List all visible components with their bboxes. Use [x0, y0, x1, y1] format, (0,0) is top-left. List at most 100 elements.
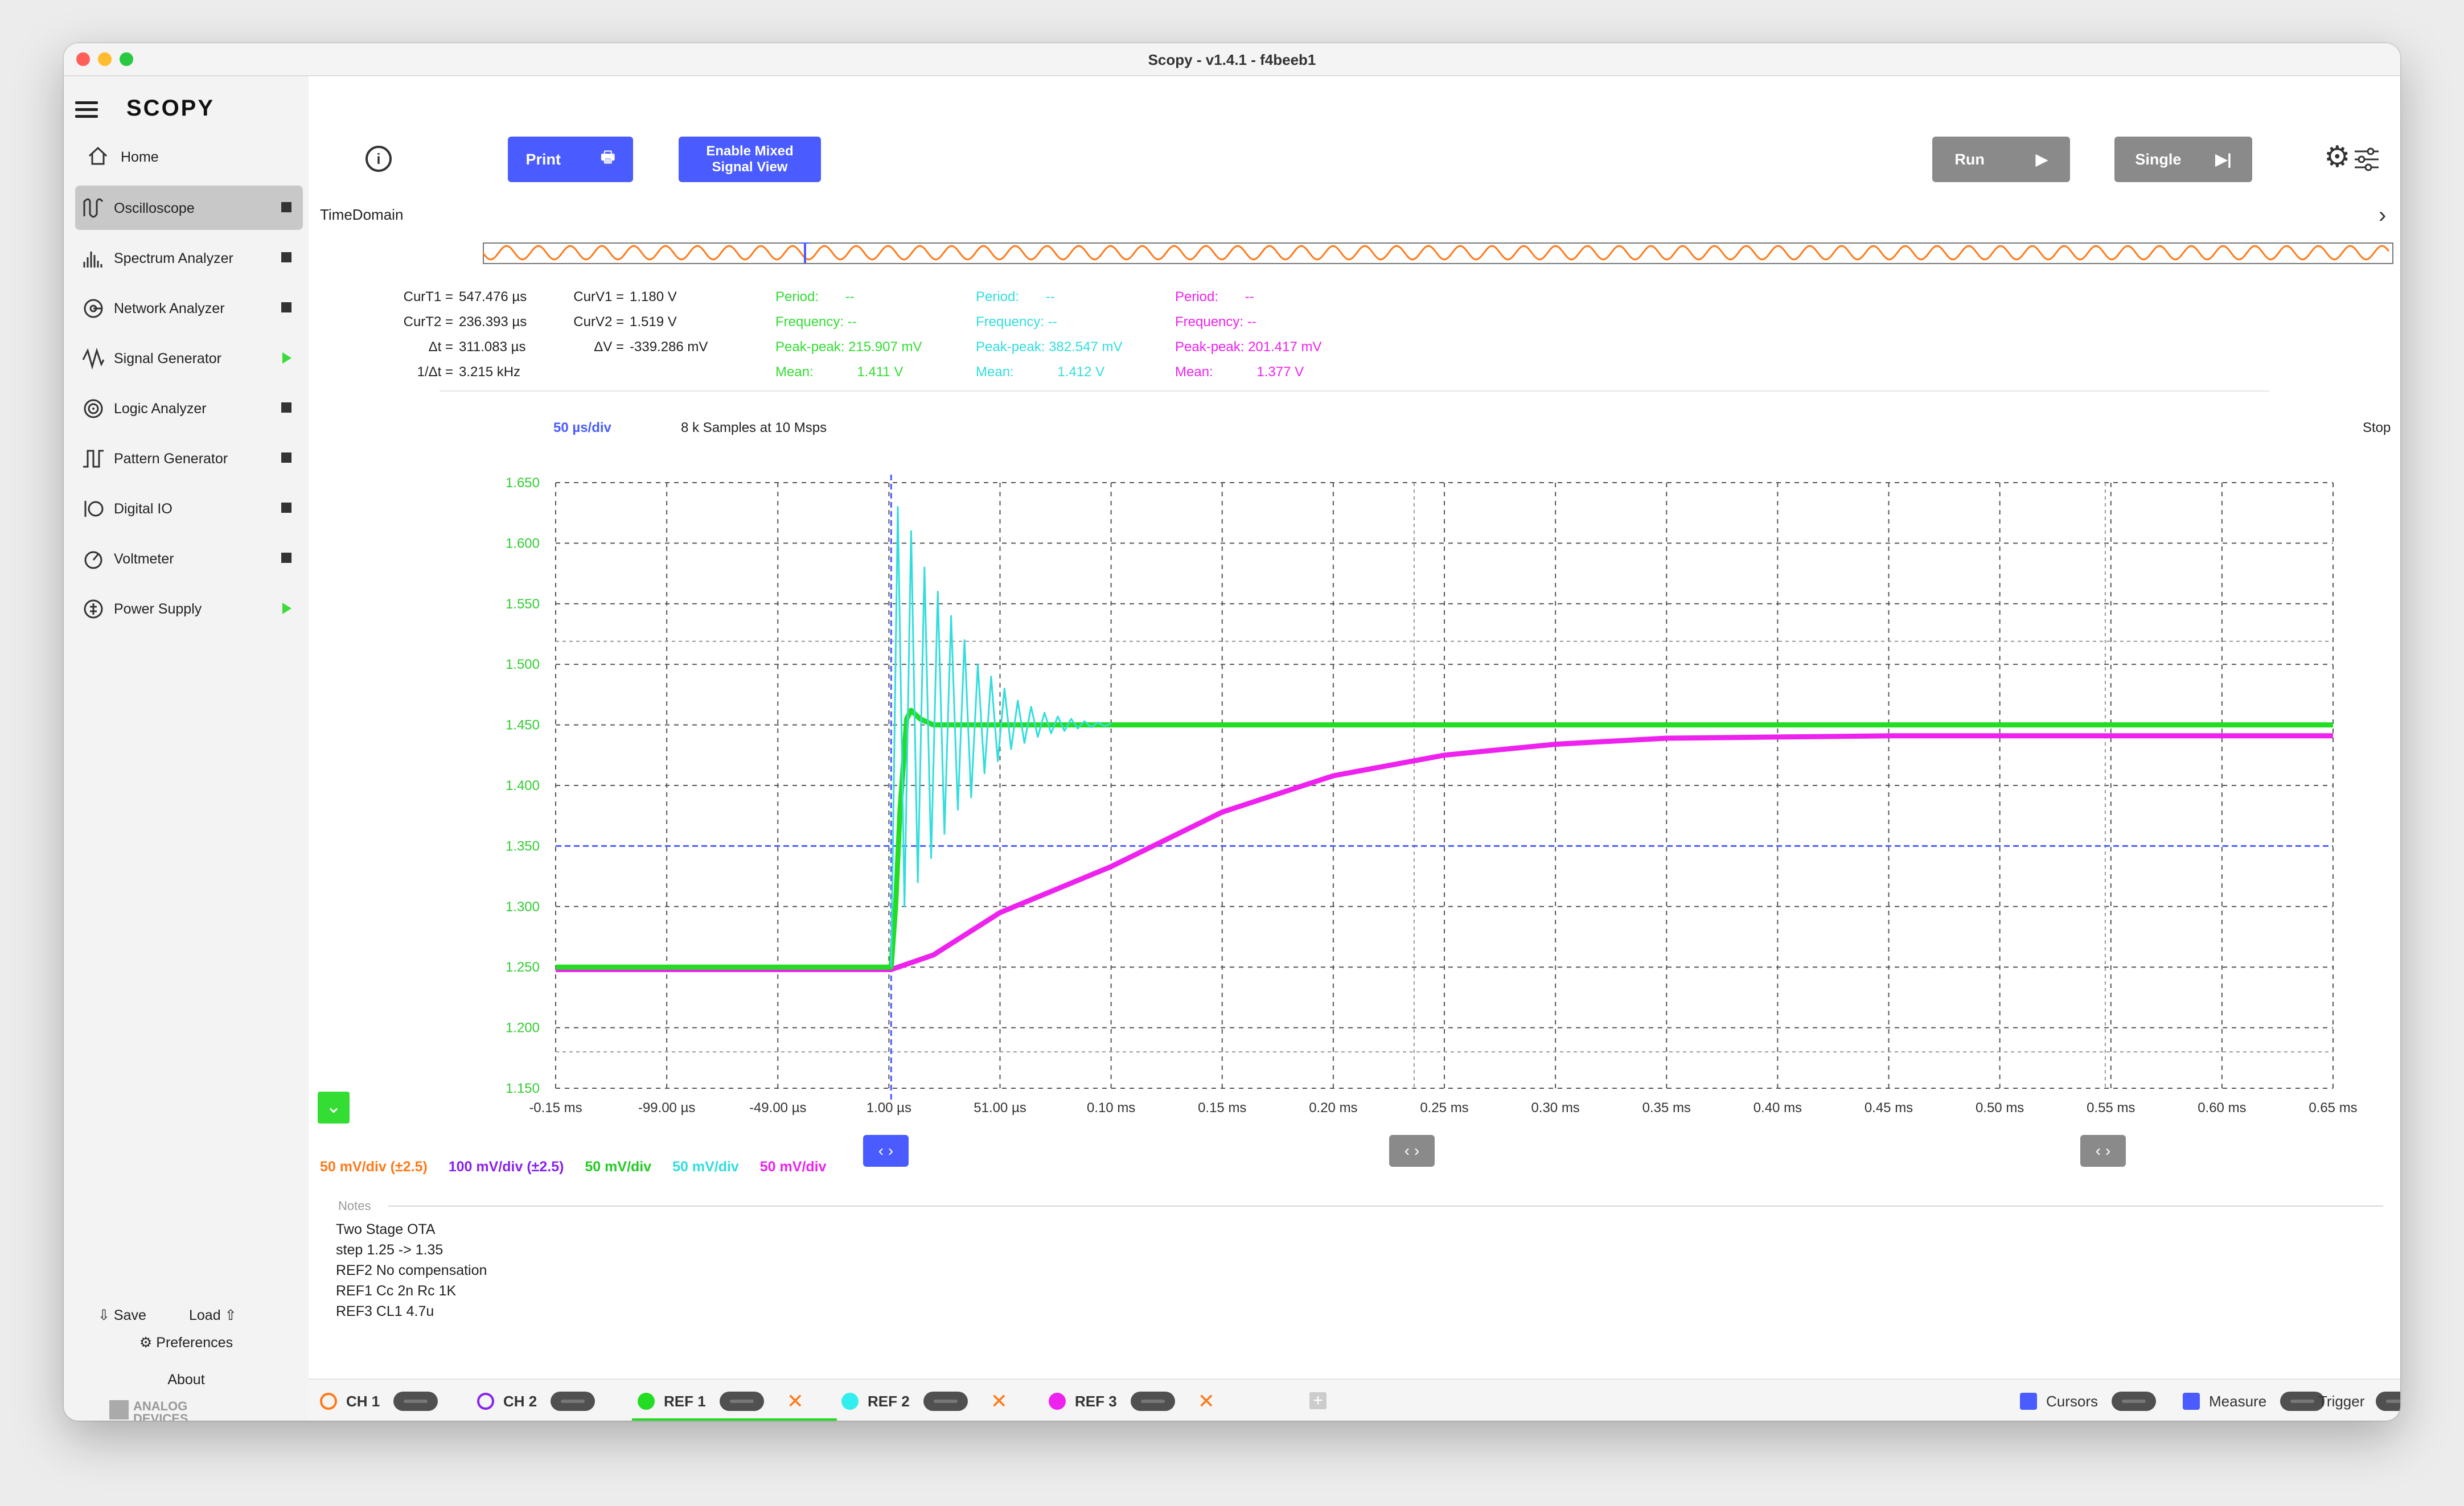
y-tick-label: 1.150 [506, 1081, 540, 1096]
x-tick-label: -99.00 µs [638, 1100, 696, 1116]
add-channel-icon[interactable]: + [1309, 1392, 1327, 1409]
channel-ch2[interactable]: CH 2 [477, 1390, 596, 1413]
cursors-checkbox[interactable] [2020, 1393, 2037, 1410]
channel-ch1[interactable]: CH 1 [320, 1390, 438, 1413]
ref2-indicator-icon [841, 1393, 859, 1410]
ref2-close-icon[interactable]: ✕ [991, 1389, 1008, 1413]
ref1-close-icon[interactable]: ✕ [787, 1389, 804, 1413]
sidebar-item-digital-io[interactable]: Digital IO [75, 486, 303, 530]
trigger-position-handle[interactable]: ‹ › [863, 1135, 909, 1167]
series-line-ref3 [556, 733, 2333, 972]
sidebar-item-label: Signal Generator [114, 351, 222, 367]
scale-ref1: 50 mV/div [585, 1159, 652, 1175]
scale-ch1: 50 mV/div (±2.5) [320, 1159, 428, 1175]
cursors-toggle-group[interactable]: Cursors [2020, 1390, 2157, 1413]
load-button[interactable]: Load ⇧ [189, 1307, 237, 1324]
y-tick-label: 1.250 [506, 960, 540, 975]
ref1-toggle[interactable] [719, 1392, 764, 1411]
sidebar-item-power-supply[interactable]: Power Supply [75, 586, 303, 631]
oscilloscope-view: i Print 🖶 Enable Mixed Signal View Run ▶… [309, 76, 2400, 1421]
about-button[interactable]: About [64, 1372, 309, 1400]
stopped-icon [281, 302, 291, 312]
channel-ref3[interactable]: REF 3 ✕ [1049, 1389, 1215, 1413]
sidebar-item-label: Network Analyzer [114, 301, 225, 316]
stopped-icon [281, 503, 291, 513]
y-tick-label: 1.350 [506, 838, 540, 854]
ch1-toggle[interactable] [393, 1392, 438, 1411]
channel-offset-handle[interactable]: ⌄ [318, 1092, 350, 1124]
vendor-logo-icon [109, 1400, 129, 1419]
ref3-toggle[interactable] [1130, 1392, 1175, 1411]
stopped-icon [281, 553, 291, 563]
ref3-close-icon[interactable]: ✕ [1198, 1389, 1215, 1413]
sidebar-item-voltmeter[interactable]: Voltmeter [75, 536, 303, 581]
trigger-toggle-group[interactable]: Trigger [2318, 1390, 2400, 1413]
x-tick-label: 0.10 ms [1087, 1100, 1135, 1116]
y-tick-label: 1.550 [506, 596, 540, 612]
notes-text[interactable]: Two Stage OTA step 1.25 -> 1.35 REF2 No … [336, 1219, 487, 1322]
x-tick-label: 51.00 µs [974, 1100, 1026, 1116]
x-tick-label: 0.45 ms [1865, 1100, 1913, 1116]
save-icon: ⇩ [98, 1307, 114, 1323]
preferences-button[interactable]: ⚙ Preferences [64, 1334, 309, 1372]
sidebar-item-label: Power Supply [114, 601, 202, 617]
scale-ref3: 50 mV/div [759, 1159, 827, 1175]
stopped-icon [281, 452, 291, 463]
vendor-logo: ANALOG DEVICES [109, 1400, 309, 1421]
sidebar-item-logic-analyzer[interactable]: Logic Analyzer [75, 386, 303, 430]
ch1-indicator-icon [320, 1393, 337, 1410]
y-tick-label: 1.450 [506, 718, 540, 733]
x-tick-label: 0.65 ms [2309, 1100, 2357, 1116]
measure-toggle-group[interactable]: Measure [2183, 1390, 2325, 1413]
network-icon [84, 299, 103, 318]
y-tick-label: 1.600 [506, 536, 540, 551]
oscilloscope-plot[interactable]: -0.15 ms -99.00 µs -49.00 µs 1.00 µs 51.00 µ… [309, 76, 2400, 1116]
cursor-t2-handle[interactable]: ‹ › [2080, 1135, 2126, 1167]
x-tick-label: 0.20 ms [1309, 1100, 1357, 1116]
notes-label: Notes [338, 1199, 371, 1213]
x-tick-label: 0.25 ms [1420, 1100, 1468, 1116]
sidebar-item-signal-generator[interactable]: Signal Generator [75, 336, 303, 380]
menu-icon[interactable] [75, 101, 98, 118]
sidebar-item-network-analyzer[interactable]: Network Analyzer [75, 286, 303, 330]
y-tick-label: 1.500 [506, 657, 540, 672]
scale-ref2: 50 mV/div [672, 1159, 739, 1175]
trigger-toggle[interactable] [2376, 1392, 2400, 1411]
sidebar-item-label: Oscilloscope [114, 200, 195, 216]
save-button[interactable]: ⇩ Save [98, 1307, 146, 1324]
measure-checkbox[interactable] [2183, 1393, 2200, 1410]
y-tick-label: 1.300 [506, 899, 540, 915]
pattern-icon [83, 450, 104, 468]
ref2-toggle[interactable] [923, 1392, 968, 1411]
spectrum-icon [83, 252, 102, 268]
x-tick-label: 0.30 ms [1531, 1100, 1579, 1116]
x-tick-label: 0.50 ms [1976, 1100, 2024, 1116]
selected-channel-underline [632, 1418, 837, 1421]
channel-ref1[interactable]: REF 1 ✕ [638, 1389, 804, 1413]
sidebar-item-label: Logic Analyzer [114, 401, 207, 417]
digital-io-icon [84, 501, 104, 517]
cursor-t1-handle[interactable]: ‹ › [1389, 1135, 1435, 1167]
ref3-indicator-icon [1049, 1393, 1066, 1410]
running-icon [282, 352, 291, 364]
sidebar-item-oscilloscope[interactable]: Oscilloscope [75, 186, 303, 230]
running-icon [282, 603, 291, 614]
ref1-indicator-icon [638, 1393, 655, 1410]
window-title: Scopy - v1.4.1 - f4beeb1 [1148, 51, 1316, 68]
sidebar-item-pattern-generator[interactable]: Pattern Generator [75, 436, 303, 480]
channel-ref2[interactable]: REF 2 ✕ [841, 1389, 1008, 1413]
stopped-icon [281, 252, 291, 262]
x-tick-label: 0.15 ms [1198, 1100, 1246, 1116]
y-tick-label: 1.400 [506, 778, 540, 793]
home-icon [88, 146, 108, 165]
brand-logo: SCOPY [126, 96, 215, 121]
stopped-icon [281, 202, 291, 212]
sidebar-item-spectrum-analyzer[interactable]: Spectrum Analyzer [75, 236, 303, 280]
cursors-toggle[interactable] [2112, 1392, 2157, 1411]
ch2-toggle[interactable] [551, 1392, 596, 1411]
sidebar-item-label: Pattern Generator [114, 451, 228, 467]
scale-ch2: 100 mV/div (±2.5) [448, 1159, 564, 1175]
y-tick-label: 1.650 [506, 475, 540, 491]
instrument-list: Oscilloscope Spectrum Analyzer Network A… [75, 186, 303, 636]
sidebar-item-home[interactable]: Home [75, 143, 303, 172]
